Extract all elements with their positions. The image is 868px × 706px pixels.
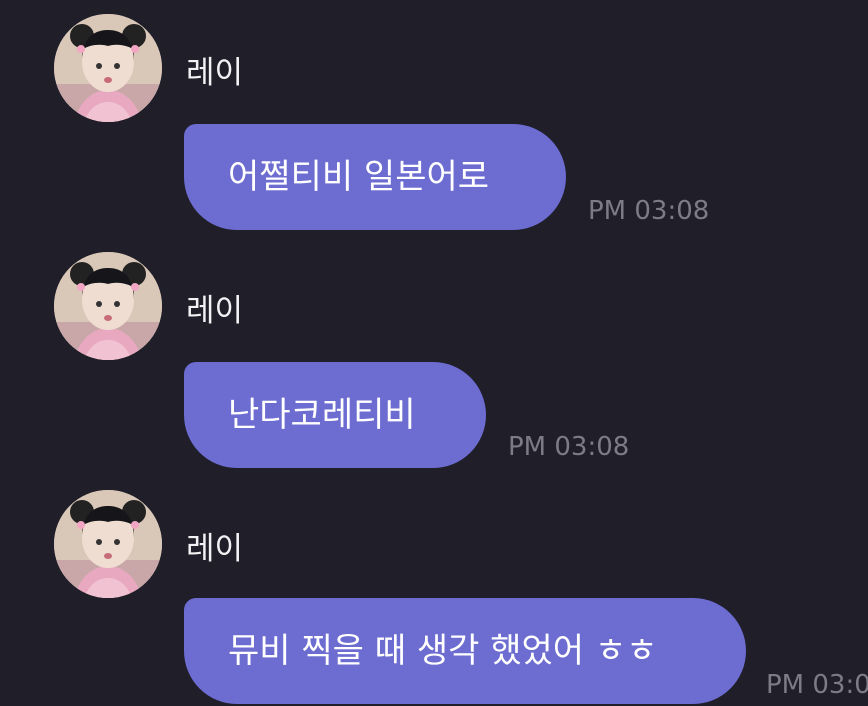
sender-name: 레이 xyxy=(186,55,244,91)
profile-photo xyxy=(54,252,162,360)
avatar[interactable] xyxy=(54,252,162,360)
message-time: PM 03:08 xyxy=(508,432,630,462)
message-time: PM 03:08 xyxy=(588,196,710,226)
profile-photo xyxy=(54,14,162,122)
profile-photo xyxy=(54,490,162,598)
message-bubble[interactable]: 어쩔티비 일본어로 xyxy=(184,124,566,230)
avatar[interactable] xyxy=(54,490,162,598)
message-time: PM 03:0 xyxy=(766,672,868,698)
message-bubble[interactable]: 뮤비 찍을 때 생각 했었어 ㅎㅎ xyxy=(184,598,746,704)
message-bubble[interactable]: 난다코레티비 xyxy=(184,362,486,468)
avatar[interactable] xyxy=(54,14,162,122)
sender-name: 레이 xyxy=(186,293,244,329)
sender-name: 레이 xyxy=(186,531,244,567)
